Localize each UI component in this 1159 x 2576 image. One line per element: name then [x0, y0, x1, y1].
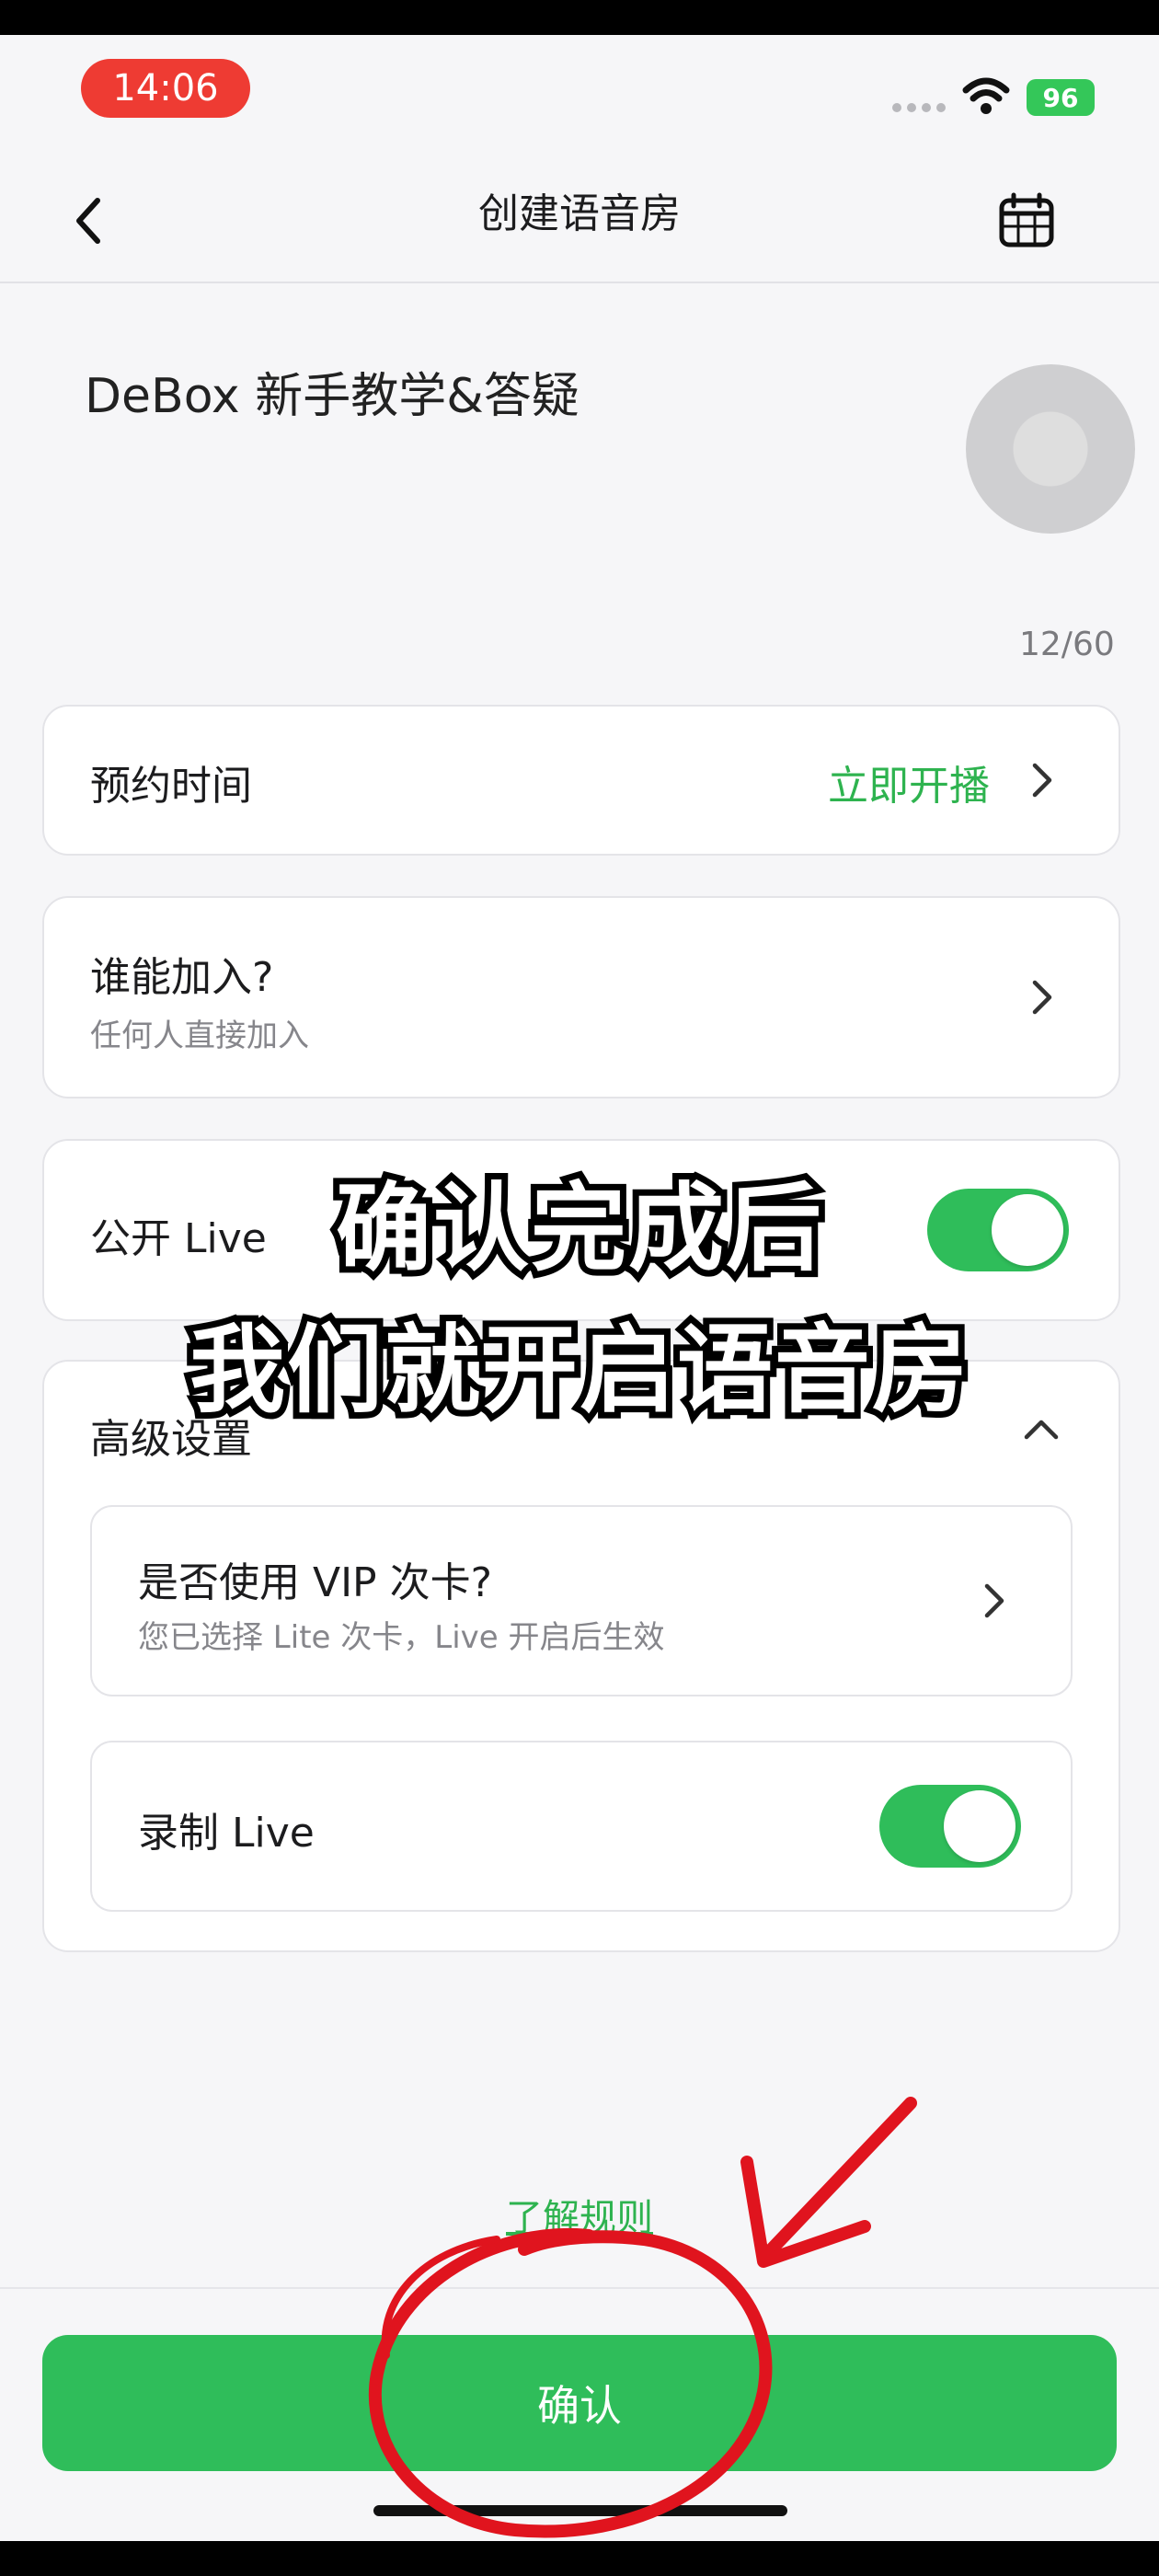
schedule-time-label: 预约时间 [90, 763, 252, 810]
page-title: 创建语音房 [478, 190, 681, 237]
battery-indicator: 96 [1027, 79, 1095, 116]
who-can-join-label: 谁能加入? [90, 954, 274, 1001]
home-indicator [373, 2505, 787, 2516]
cellular-signal-icon [892, 103, 946, 112]
vip-card-hint: 您已选择 Lite 次卡，Live 开启后生效 [138, 1619, 665, 1656]
confirm-button[interactable]: 确认 [42, 2335, 1117, 2471]
overlay-caption-line1: 确认完成后 [329, 1166, 828, 1291]
top-black-bar [0, 0, 1159, 35]
who-can-join-value: 任何人直接加入 [90, 1018, 309, 1054]
schedule-time-value: 立即开播 [828, 763, 990, 810]
char-counter: 12/60 [1019, 626, 1115, 663]
bottom-black-bar [0, 2541, 1159, 2576]
record-live-label: 录制 Live [138, 1810, 315, 1857]
rules-link[interactable]: 了解规则 [0, 2188, 1159, 2241]
chevron-right-icon [984, 1583, 1004, 1618]
status-time: 14:06 [81, 59, 250, 118]
chevron-right-icon [1032, 980, 1052, 1015]
footer-divider [0, 2287, 1159, 2289]
vip-card-label: 是否使用 VIP 次卡? [138, 1559, 492, 1606]
battery-level: 96 [1042, 82, 1079, 113]
chevron-right-icon [1032, 763, 1052, 798]
toggle-knob [944, 1790, 1016, 1862]
overlay-caption-line2: 我们就开启语音房 [183, 1307, 974, 1432]
room-cover-avatar[interactable] [966, 364, 1135, 534]
calendar-icon[interactable] [997, 191, 1056, 250]
wifi-icon [962, 77, 1010, 114]
room-name-input[interactable]: DeBox 新手教学&答疑 [85, 357, 580, 426]
record-live-toggle[interactable] [879, 1785, 1021, 1868]
